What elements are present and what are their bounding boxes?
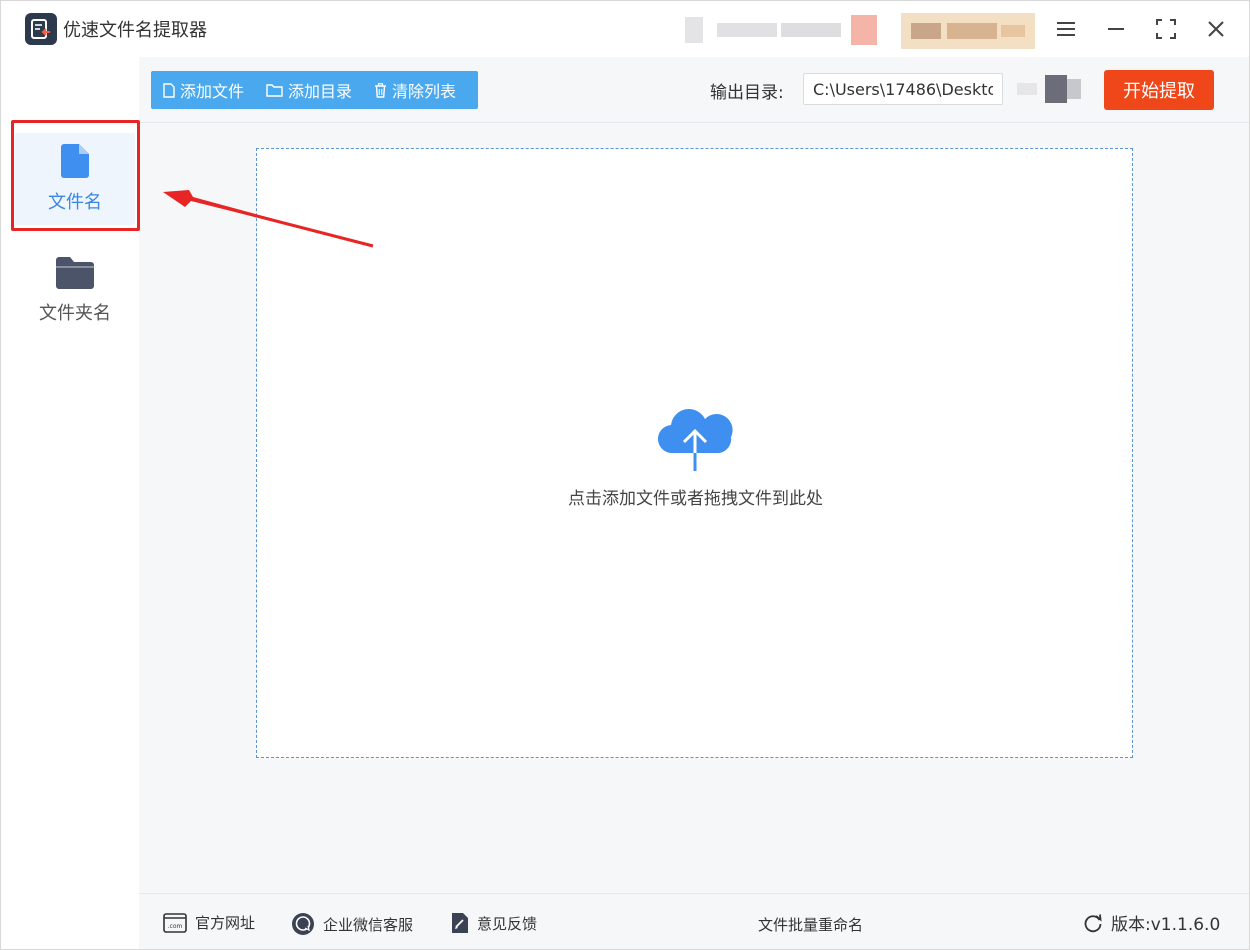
feedback-link[interactable]: 意见反馈 [451, 912, 537, 934]
toolbar: 添加文件 添加目录 清除列表 输出目录: C:\Users\17486\Desk… [139, 57, 1249, 123]
minimize-icon [1108, 28, 1124, 30]
version-label: 版本:v1.1.6.0 [1111, 915, 1221, 935]
svg-text:.com: .com [168, 923, 183, 930]
obscured-user-info [901, 13, 1035, 49]
minimize-button[interactable] [1100, 13, 1132, 45]
sidebar-item-filename[interactable]: 文件名 [15, 133, 135, 225]
app-title: 优速文件名提取器 [63, 20, 207, 41]
start-extract-button[interactable]: 开始提取 [1104, 70, 1214, 110]
add-directory-button[interactable]: 添加目录 [266, 78, 352, 102]
folder-outline-icon [266, 84, 283, 97]
footer: .com 官方网址 企业微信客服 意见反馈 文件批量重命名 版本:v1.1.6.… [139, 893, 1249, 949]
feedback-icon [452, 913, 468, 933]
trash-icon [375, 82, 386, 98]
sidebar-item-label: 文件夹名 [39, 303, 111, 324]
clear-list-button[interactable]: 清除列表 [374, 78, 456, 102]
close-icon [1208, 21, 1224, 37]
obscured-account-info [685, 13, 885, 49]
cloud-upload-icon [657, 409, 733, 471]
file-drop-zone[interactable]: 点击添加文件或者拖拽文件到此处 [256, 148, 1133, 758]
add-file-button[interactable]: 添加文件 [163, 78, 244, 102]
sidebar-item-label: 文件名 [48, 192, 102, 213]
file-outline-icon [163, 82, 175, 98]
wechat-support-link[interactable]: 企业微信客服 [291, 912, 413, 936]
file-icon [61, 144, 89, 178]
app-logo-icon [25, 13, 57, 45]
maximize-icon [1156, 19, 1176, 39]
menu-button[interactable] [1050, 13, 1082, 45]
folder-icon [56, 257, 94, 289]
sidebar-item-foldername[interactable]: 文件夹名 [15, 245, 135, 337]
website-link[interactable]: .com 官方网址 [163, 912, 255, 933]
close-button[interactable] [1200, 13, 1232, 45]
output-directory-label: 输出目录: [710, 83, 784, 103]
drop-hint-text: 点击添加文件或者拖拽文件到此处 [568, 489, 823, 509]
version-info[interactable]: 版本:v1.1.6.0 [1083, 910, 1220, 935]
wechat-icon [292, 913, 314, 935]
refresh-icon [1084, 913, 1102, 932]
annotation-arrow [163, 190, 374, 248]
batch-rename-link[interactable]: 文件批量重命名 [758, 914, 863, 935]
obscured-browse-area [1009, 73, 1089, 105]
title-bar: 优速文件名提取器 [1, 1, 1249, 57]
menu-icon [1057, 22, 1075, 36]
app-window: 优速文件名提取器 文件名 文件夹名 添加文件 添加目录 清除列表 输出目录: C… [0, 0, 1250, 950]
file-action-group: 添加文件 添加目录 清除列表 [151, 71, 478, 109]
maximize-button[interactable] [1150, 13, 1182, 45]
website-icon: .com [163, 912, 187, 933]
output-directory-input[interactable] [803, 73, 1003, 105]
sidebar: 文件名 文件夹名 [1, 57, 139, 949]
